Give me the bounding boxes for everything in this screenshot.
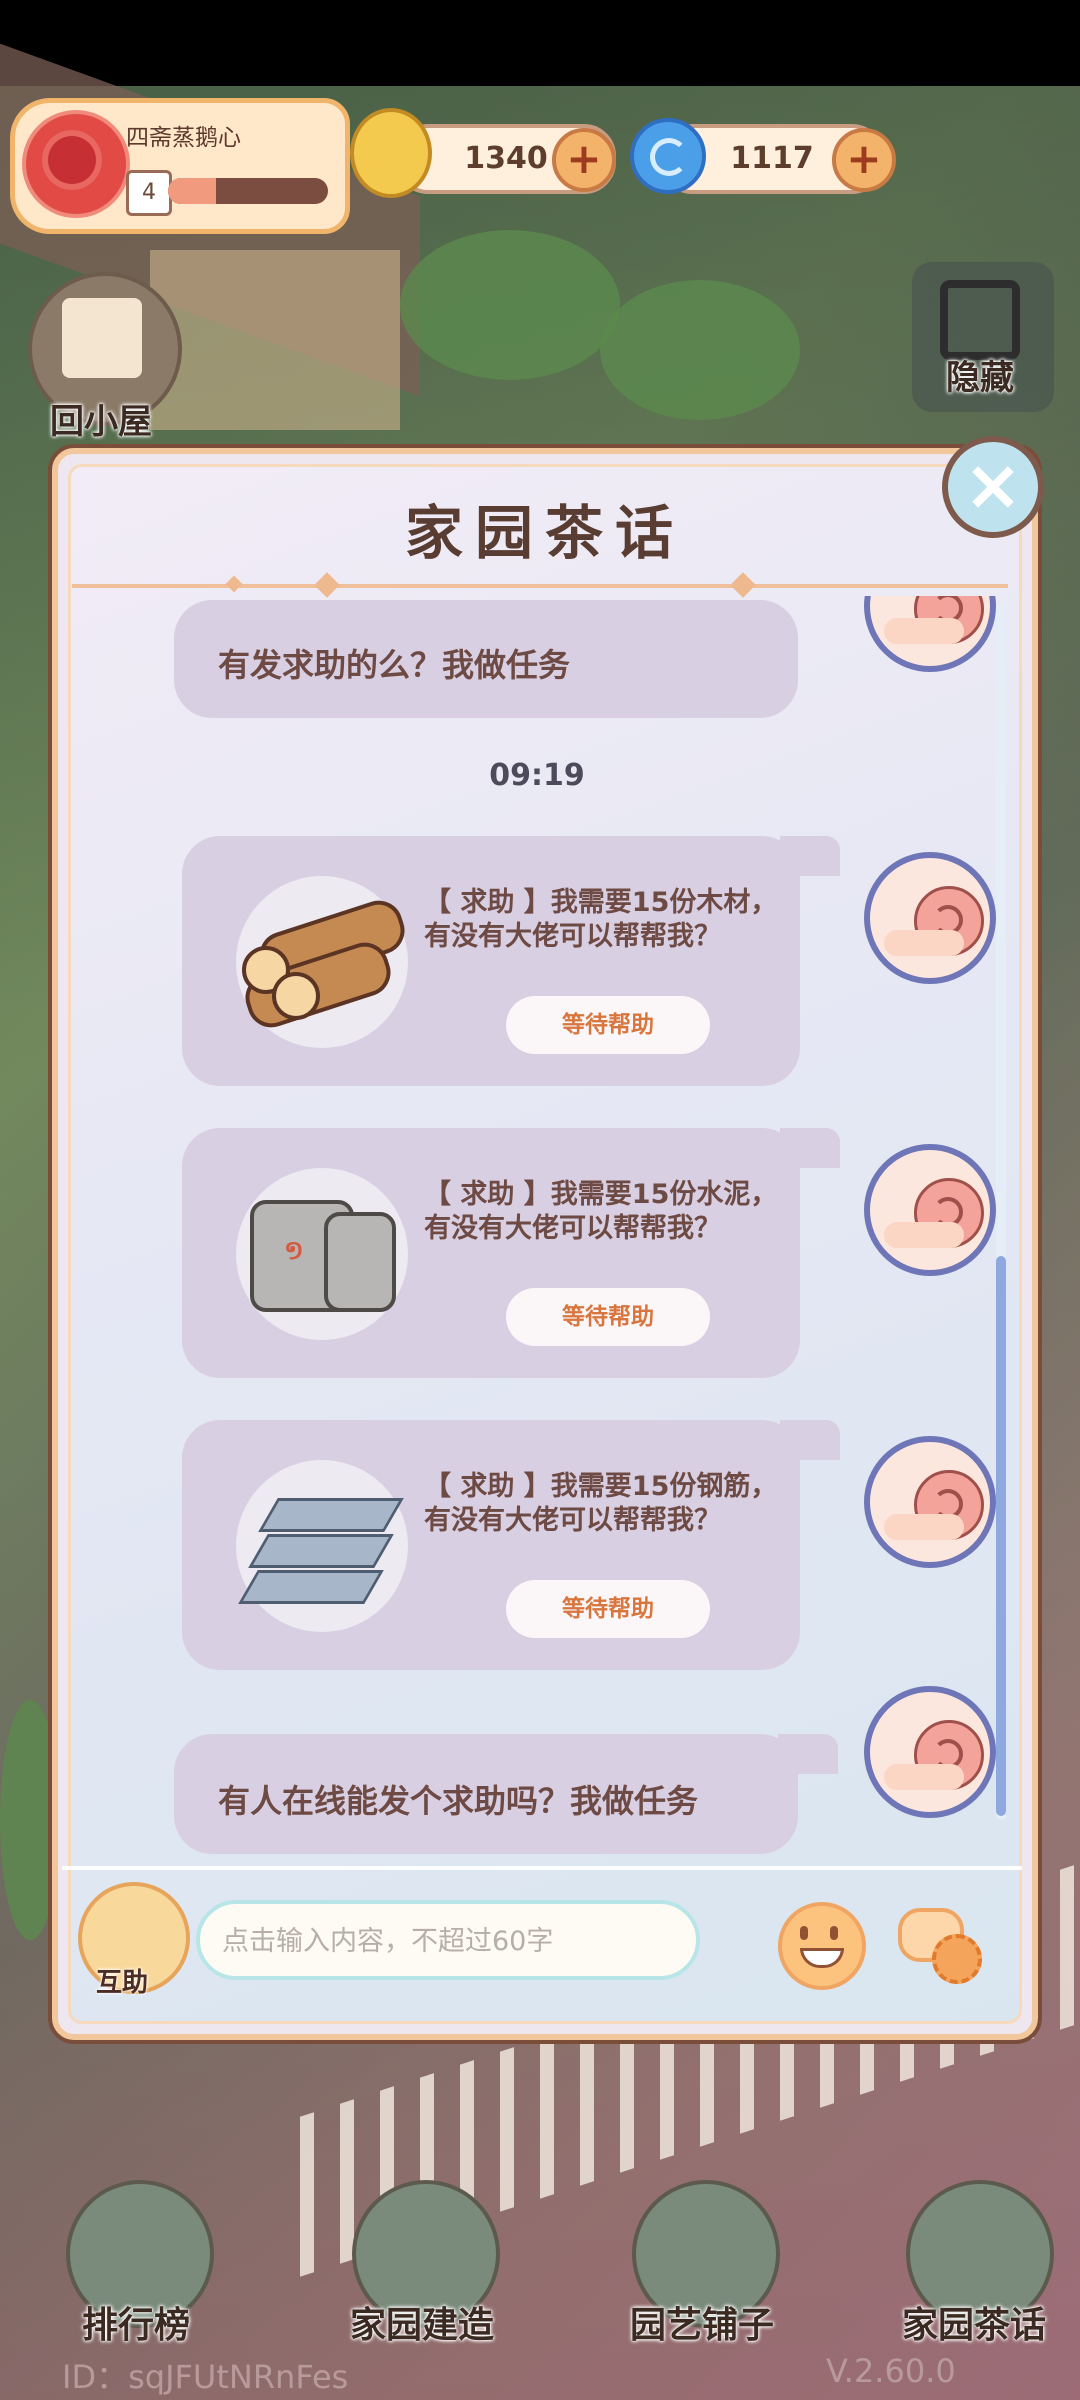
bubble-tail: [780, 1128, 840, 1168]
bush-decoration: [0, 1700, 60, 1940]
steel-bar-icon: [248, 1534, 394, 1568]
emoji-button[interactable]: [778, 1902, 866, 1990]
snail-avatar[interactable]: [864, 852, 996, 984]
wait-for-help-button[interactable]: 等待帮助: [506, 996, 710, 1054]
level-progress-bar: [168, 178, 328, 204]
status-bar: [0, 0, 1080, 86]
chat-input-box[interactable]: [196, 1900, 700, 1980]
chat-message-list[interactable]: 有发求助的么？我做任务 09:19 【 求助 】我需要15份木材， 有没有大佬可…: [62, 596, 1012, 1858]
bush-decoration: [400, 230, 620, 380]
wait-for-help-button[interactable]: 等待帮助: [506, 1288, 710, 1346]
snail-avatar[interactable]: [864, 1686, 996, 1818]
steel-bar-icon: [258, 1498, 404, 1532]
help-request-line2: 有没有大佬可以帮帮我？: [424, 921, 721, 952]
help-request-line2: 有没有大佬可以帮帮我？: [424, 1213, 721, 1244]
help-request-line1: 【 求助 】我需要15份木材，: [424, 887, 778, 918]
wood-end-icon: [272, 972, 320, 1020]
snail-avatar[interactable]: [864, 1436, 996, 1568]
fullscreen-frame-icon: [940, 280, 1020, 360]
snail-body-icon: [884, 1764, 964, 1790]
chat-settings-button[interactable]: [898, 1908, 982, 1984]
hide-ui-label: 隐藏: [946, 358, 1014, 398]
player-name: 四斋蒸鹅心: [126, 125, 241, 151]
bubble-tail: [780, 1420, 840, 1460]
chat-input[interactable]: [220, 1912, 684, 1970]
snail-body-icon: [884, 1514, 964, 1540]
nav-rank-label: 排行榜: [82, 2305, 191, 2346]
nav-shop-label: 园艺铺子: [630, 2305, 775, 2346]
mutual-help-label: 互助: [96, 1968, 149, 1998]
snail-body-icon: [884, 618, 964, 644]
help-request-line2: 有没有大佬可以帮帮我？: [424, 1505, 721, 1536]
cement-sack-icon: [324, 1212, 396, 1312]
add-swirl-coin-button[interactable]: +: [832, 128, 896, 192]
gear-icon: [932, 1934, 982, 1984]
wait-for-help-button[interactable]: 等待帮助: [506, 1580, 710, 1638]
help-request-line1: 【 求助 】我需要15份水泥，: [424, 1179, 778, 1210]
title-divider: [72, 584, 1008, 588]
snail-body-icon: [884, 930, 964, 956]
chat-timestamp: 09:19: [489, 758, 585, 793]
bubble-tail: [778, 1734, 838, 1774]
player-avatar-rose-icon[interactable]: [22, 110, 130, 218]
steel-bar-icon: [238, 1570, 384, 1604]
game-version: V.2.60.0: [826, 2352, 956, 2390]
snail-coin-icon: [350, 108, 432, 198]
add-snail-coin-button[interactable]: +: [552, 128, 616, 192]
level-house-icon: 4: [126, 170, 172, 216]
chat-message-text: 有发求助的么？我做任务: [218, 646, 571, 684]
level-progress-fill: [168, 178, 216, 204]
help-request-line1: 【 求助 】我需要15份钢筋，: [424, 1471, 778, 1502]
dialog-title: 家园茶话: [404, 499, 685, 567]
player-id: ID：sqJFUtNRnFes: [62, 2358, 349, 2396]
swirl-coin-icon: [630, 118, 706, 194]
bubble-tail: [780, 836, 840, 876]
home-button-label: 回小屋: [50, 402, 152, 442]
close-dialog-button[interactable]: ×: [942, 436, 1044, 538]
cement-sack-mark: ១: [284, 1236, 304, 1266]
chat-message-text: 有人在线能发个求助吗？我做任务: [218, 1782, 699, 1820]
snail-avatar[interactable]: [864, 596, 996, 672]
chat-scrollbar-thumb[interactable]: [996, 1256, 1006, 1816]
snail-body-icon: [884, 1222, 964, 1248]
nav-tea-label: 家园茶话: [902, 2305, 1047, 2346]
house-wall-decoration: [150, 250, 400, 430]
bush-decoration: [600, 280, 800, 420]
snail-avatar[interactable]: [864, 1144, 996, 1276]
nav-build-label: 家园建造: [350, 2305, 495, 2346]
house-icon: [62, 298, 142, 378]
input-divider: [62, 1866, 1022, 1870]
